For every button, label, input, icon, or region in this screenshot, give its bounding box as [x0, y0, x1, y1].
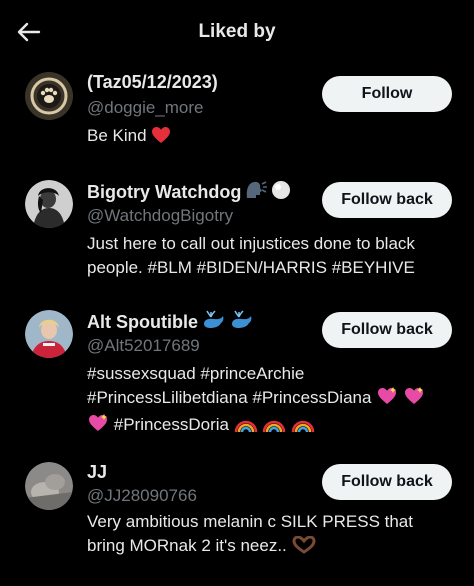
- user-handle: @JJ28090766: [87, 486, 197, 505]
- heart-hands-icon: [292, 535, 316, 561]
- user-handle: @doggie_more: [87, 98, 204, 117]
- user-name[interactable]: JJ: [87, 462, 107, 483]
- follow-button[interactable]: Follow: [322, 76, 452, 112]
- user-name[interactable]: Bigotry Watchdog: [87, 180, 291, 205]
- rainbow-icon: [291, 413, 315, 440]
- page-title: Liked by: [198, 21, 276, 42]
- sparkling-heart-icon: [403, 386, 425, 413]
- avatar[interactable]: [25, 72, 73, 120]
- rainbow-icon: [262, 413, 286, 440]
- top-bar: Liked by: [0, 0, 474, 60]
- user-name[interactable]: Alt Spoutible: [87, 310, 254, 335]
- spouting-whale-icon: [202, 310, 226, 335]
- follow-back-button[interactable]: Follow back: [322, 182, 452, 218]
- bio-line-2: #PrincessLilibetdiana #PrincessDiana: [87, 386, 459, 413]
- spouting-whale-icon: [230, 310, 254, 335]
- user-name[interactable]: (Taz05/12/2023): [87, 72, 218, 93]
- red-heart-icon: [151, 126, 171, 151]
- follow-back-button[interactable]: Follow back: [322, 464, 452, 500]
- follow-back-button[interactable]: Follow back: [322, 312, 452, 348]
- speaking-head-icon: [245, 180, 268, 205]
- avatar[interactable]: [25, 180, 73, 228]
- sparkling-heart-icon: [87, 413, 109, 440]
- sparkling-heart-icon: [376, 386, 398, 413]
- user-bio: Very ambitious melanin c SILK PRESS that…: [87, 510, 459, 561]
- user-handle: @Alt52017689: [87, 336, 200, 355]
- user-bio: #sussexsquad #princeArchie #PrincessLili…: [87, 362, 459, 440]
- user-bio: Be Kind: [87, 124, 459, 151]
- rainbow-icon: [234, 413, 258, 440]
- user-handle: @WatchdogBigotry: [87, 206, 234, 225]
- bio-line-2: bring MORnak 2 it's neez..: [87, 534, 459, 561]
- avatar[interactable]: [25, 310, 73, 358]
- white-circle-icon: [271, 180, 291, 205]
- bio-line-3: #PrincessDoria: [87, 413, 459, 440]
- avatar[interactable]: [25, 462, 73, 510]
- user-bio: Just here to call out injustices done to…: [87, 234, 415, 277]
